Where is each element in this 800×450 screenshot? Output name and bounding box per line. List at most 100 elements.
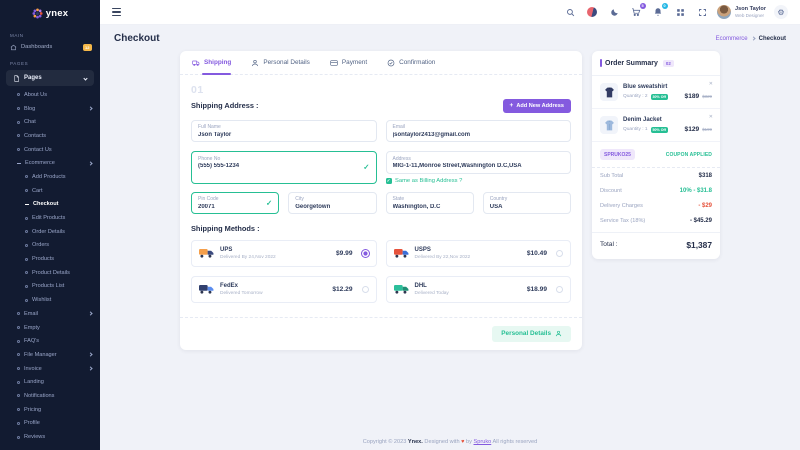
remove-item-icon[interactable]: ✕ bbox=[709, 81, 713, 87]
cart-icon[interactable]: 5 bbox=[629, 5, 643, 19]
radio-icon[interactable] bbox=[556, 286, 563, 293]
bullet-icon bbox=[25, 175, 28, 178]
sidebar-item-faqs[interactable]: FAQ's bbox=[0, 334, 100, 348]
bullet-icon bbox=[17, 353, 20, 356]
sidebar-item-blog[interactable]: Blog bbox=[0, 102, 100, 116]
sidebar-item-empty[interactable]: Empty bbox=[0, 321, 100, 335]
sidebar-item-products[interactable]: Products bbox=[0, 252, 100, 266]
search-icon[interactable] bbox=[563, 5, 577, 19]
page-footer: Copyright © 2023 Ynex. Designed with ♥ b… bbox=[100, 439, 800, 445]
shipping-method-usps[interactable]: USPS Delivered By 22,Nov 2022 $10.49 bbox=[386, 240, 572, 267]
sidebar-item-notifications[interactable]: Notifications bbox=[0, 389, 100, 403]
person-icon bbox=[251, 59, 259, 67]
pin-code-field[interactable]: Pin Code 20071 ✓ bbox=[191, 192, 279, 215]
sidebar-item-orders[interactable]: Orders bbox=[0, 239, 100, 253]
sidebar-item-product-details[interactable]: Product Details bbox=[0, 266, 100, 280]
notifications-bell-icon[interactable]: 0 bbox=[651, 5, 665, 19]
city-field[interactable]: City Georgetown bbox=[288, 192, 376, 215]
tab-personal-details[interactable]: Personal Details bbox=[251, 51, 310, 74]
sidebar-item-cart[interactable]: Cart bbox=[0, 184, 100, 198]
sidebar-item-reviews[interactable]: Reviews bbox=[0, 430, 100, 444]
apps-grid-icon[interactable] bbox=[673, 5, 687, 19]
brand-name: ynex bbox=[46, 8, 68, 19]
summary-item-blue-sweatshirt: ✕ Blue sweatshirt Quantity : 2 30% Off $… bbox=[592, 76, 720, 109]
radio-selected-icon[interactable] bbox=[362, 250, 369, 257]
sidebar-item-landing[interactable]: Landing bbox=[0, 375, 100, 389]
radio-icon[interactable] bbox=[556, 250, 563, 257]
language-flag-icon[interactable] bbox=[585, 5, 599, 19]
sidebar-item-chat[interactable]: Chat bbox=[0, 115, 100, 129]
plus-icon: + bbox=[510, 103, 514, 110]
order-summary-card: Order Summary 02 ✕ Blue sweatshirt Quant… bbox=[592, 51, 720, 259]
bullet-icon bbox=[17, 340, 20, 343]
bullet-icon bbox=[17, 408, 20, 411]
settings-gear-icon[interactable]: ⚙ bbox=[774, 5, 788, 19]
user-menu[interactable]: Json Taylor Web Designer bbox=[717, 5, 766, 19]
usps-truck-icon bbox=[394, 247, 409, 259]
remove-item-icon[interactable]: ✕ bbox=[709, 114, 713, 120]
sidebar-item-about-us[interactable]: About Us bbox=[0, 88, 100, 102]
sidebar-item-wishlist[interactable]: Wishlist bbox=[0, 293, 100, 307]
chevron-down-icon bbox=[83, 76, 87, 80]
page-title: Checkout bbox=[114, 33, 160, 44]
shipping-method-dhl[interactable]: DHL Delivered Today $18.99 bbox=[386, 276, 572, 303]
check-circle-icon bbox=[387, 59, 395, 67]
email-field[interactable]: Email jsontaylor2413@gmail.com bbox=[386, 120, 572, 143]
sidebar-item-dashboards[interactable]: Dashboards 12 bbox=[0, 40, 100, 54]
sidebar-item-order-details[interactable]: Order Details bbox=[0, 225, 100, 239]
coupon-applied-status: COUPON APPLIED bbox=[666, 152, 712, 158]
chevron-right-icon bbox=[88, 353, 92, 357]
tab-payment[interactable]: Payment bbox=[330, 51, 367, 74]
step-number: 01 bbox=[191, 84, 571, 96]
sidebar: ynex Main Dashboards 12 Pages Pages Abou… bbox=[0, 0, 100, 450]
sidebar-item-pages[interactable]: Pages bbox=[6, 70, 94, 86]
tab-shipping[interactable]: Shipping bbox=[192, 51, 231, 74]
full-name-field[interactable]: Full Name Json Taylor bbox=[191, 120, 377, 143]
phone-field[interactable]: Phone No (555) 555-1234 ✓ bbox=[191, 151, 377, 184]
add-new-address-button[interactable]: + Add New Address bbox=[503, 99, 571, 113]
bullet-icon bbox=[17, 93, 20, 96]
shipping-method-fedex[interactable]: FedEx Delivered Tomorrow $12.29 bbox=[191, 276, 377, 303]
chevron-right-icon bbox=[88, 312, 92, 316]
fullscreen-icon[interactable] bbox=[695, 5, 709, 19]
chevron-right-icon bbox=[88, 161, 92, 165]
state-field[interactable]: State Washington, D.C bbox=[386, 192, 474, 215]
denim-jacket-image bbox=[603, 119, 616, 132]
country-field[interactable]: Country USA bbox=[483, 192, 571, 215]
shipping-method-ups[interactable]: UPS Delivered By 24,Nov 2022 $9.99 bbox=[191, 240, 377, 267]
tab-confirmation[interactable]: Confirmation bbox=[387, 51, 435, 74]
user-role: Web Designer bbox=[735, 13, 766, 19]
accent-bar bbox=[600, 59, 602, 67]
spruko-link[interactable]: Spruko bbox=[474, 439, 492, 445]
sidebar-item-ecommerce[interactable]: Ecommerce bbox=[0, 156, 100, 170]
cart-count-badge: 5 bbox=[640, 3, 646, 9]
bullet-icon bbox=[17, 394, 20, 397]
bullet-icon bbox=[17, 312, 20, 315]
brand-logo[interactable]: ynex bbox=[0, 0, 100, 26]
coupon-code-chip[interactable]: SPRUKO25 bbox=[600, 149, 635, 160]
credit-card-icon bbox=[330, 59, 338, 67]
sidebar-section-pages: Pages bbox=[0, 54, 100, 68]
heart-icon: ♥ bbox=[461, 439, 464, 445]
sidebar-item-products-list[interactable]: Products List bbox=[0, 280, 100, 294]
radio-icon[interactable] bbox=[362, 286, 369, 293]
billing-address-checkbox[interactable]: ✓ Same as Billing Address ? bbox=[386, 178, 572, 184]
address-field[interactable]: Address MIG-1-11,Monroe Street,Washingto… bbox=[386, 151, 572, 174]
sidebar-item-profile[interactable]: Profile bbox=[0, 417, 100, 431]
sidebar-item-pricing[interactable]: Pricing bbox=[0, 403, 100, 417]
menu-toggle-icon[interactable] bbox=[112, 8, 121, 16]
sidebar-item-invoice[interactable]: Invoice bbox=[0, 362, 100, 376]
sidebar-item-add-products[interactable]: Add Products bbox=[0, 170, 100, 184]
sidebar-item-checkout[interactable]: Checkout bbox=[0, 198, 100, 212]
dark-mode-icon[interactable] bbox=[607, 5, 621, 19]
sidebar-item-contacts[interactable]: Contacts bbox=[0, 129, 100, 143]
breadcrumb-parent[interactable]: Ecommerce bbox=[716, 36, 748, 42]
personal-details-next-button[interactable]: Personal Details bbox=[492, 326, 571, 342]
bullet-icon bbox=[17, 148, 20, 151]
dhl-truck-icon bbox=[394, 283, 409, 295]
sidebar-item-email[interactable]: Email bbox=[0, 307, 100, 321]
sidebar-item-file-manager[interactable]: File Manager bbox=[0, 348, 100, 362]
brand-pinwheel-icon bbox=[32, 8, 43, 19]
sidebar-item-edit-products[interactable]: Edit Products bbox=[0, 211, 100, 225]
sidebar-item-contact-us[interactable]: Contact Us bbox=[0, 143, 100, 157]
